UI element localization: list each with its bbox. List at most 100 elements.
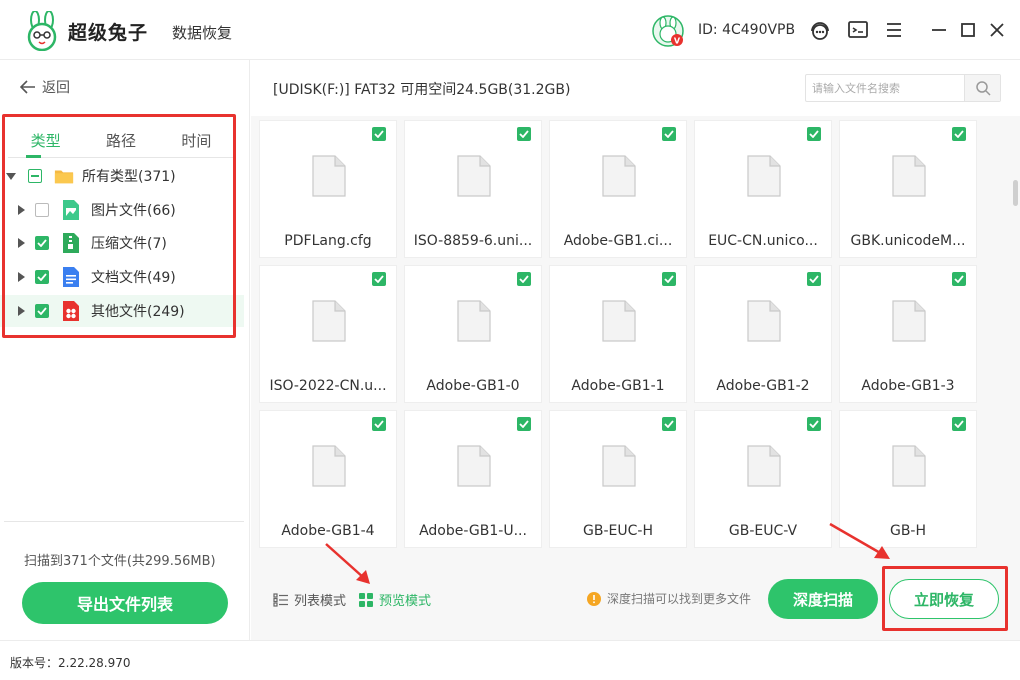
list-mode-button[interactable]: 列表模式 [273,590,346,609]
checkmark-icon [374,275,384,283]
preview-mode-button[interactable]: 预览模式 [358,590,431,609]
file-icon [602,155,636,197]
deep-scan-hint: 深度扫描可以找到更多文件 [587,590,751,607]
drive-path: [UDISK(F:)] FAT32 可用空间24.5GB(31.2GB) [273,82,571,98]
feedback-icon[interactable] [846,18,870,42]
tree-row-archives[interactable]: 压缩文件(7) [0,227,244,259]
file-card[interactable]: PDFLang.cfg [259,120,397,258]
caret-down-icon[interactable] [6,172,16,180]
file-checkbox[interactable] [807,417,821,431]
checkbox-archives[interactable] [35,236,49,250]
menu-icon[interactable] [882,18,906,42]
file-grid: PDFLang.cfg ISO-8859-6.uni... Adobe-GB1.ci… [251,116,1020,556]
file-card[interactable]: ISO-8859-6.uni... [404,120,542,258]
maximize-icon[interactable] [956,18,980,42]
file-card[interactable]: Adobe-GB1-3 [839,265,977,403]
file-checkbox[interactable] [952,417,966,431]
file-icon [457,155,491,197]
file-checkbox[interactable] [662,417,676,431]
deep-scan-button[interactable]: 深度扫描 [768,579,878,619]
back-button[interactable]: 返回 [20,77,70,97]
file-icon [892,300,926,342]
search-box [805,74,1001,102]
file-card[interactable]: GB-H [839,410,977,548]
tree-row-others[interactable]: 其他文件(249) [0,295,244,327]
preview-mode-label: 预览模式 [379,594,432,609]
file-checkbox[interactable] [372,127,386,141]
checkbox-all-types[interactable] [28,169,42,183]
checkmark-icon [809,420,819,428]
file-checkbox[interactable] [807,272,821,286]
tree-row-images[interactable]: 图片文件(66) [0,194,244,226]
tree-row-all-types[interactable]: 所有类型(371) [0,160,244,192]
file-checkbox[interactable] [372,272,386,286]
close-icon[interactable] [985,18,1009,42]
file-card[interactable]: GB-EUC-H [549,410,687,548]
path-bar: [UDISK(F:)] FAT32 可用空间24.5GB(31.2GB) [251,60,1020,116]
file-icon [457,445,491,487]
rabbit-logo-icon [27,11,57,51]
bottom-bar: 列表模式 预览模式 深度扫描可以找到更多文件 深度扫描 立即恢复 [251,556,1020,640]
file-card[interactable]: GB-EUC-V [694,410,832,548]
caret-right-icon[interactable] [18,272,25,282]
tree-row-documents[interactable]: 文档文件(49) [0,261,244,293]
scrollbar-thumb[interactable] [1013,180,1018,206]
list-mode-label: 列表模式 [294,594,347,609]
recover-now-button[interactable]: 立即恢复 [889,579,999,619]
file-name: EUC-CN.unico... [708,233,818,249]
file-name: Adobe-GB1-4 [281,523,375,539]
file-card[interactable]: Adobe-GB1.ci... [549,120,687,258]
file-icon [602,300,636,342]
file-checkbox[interactable] [372,417,386,431]
caret-right-icon[interactable] [18,205,25,215]
caret-right-icon[interactable] [18,238,25,248]
search-input[interactable] [806,75,964,101]
folder-icon [54,170,74,184]
user-avatar-icon[interactable]: V [652,15,684,47]
file-checkbox[interactable] [952,127,966,141]
file-name: GBK.unicodeM... [850,233,966,249]
file-icon [312,300,346,342]
file-checkbox[interactable] [807,127,821,141]
title-bar: 超级兔子 数据恢复 V ID: 4C490VPB [0,0,1020,60]
checkbox-images[interactable] [35,203,49,217]
file-card[interactable]: Adobe-GB1-2 [694,265,832,403]
file-card[interactable]: Adobe-GB1-0 [404,265,542,403]
caret-right-icon[interactable] [18,306,25,316]
customer-service-icon[interactable] [808,18,832,42]
checkmark-icon [954,130,964,138]
file-checkbox[interactable] [952,272,966,286]
file-card[interactable]: ISO-2022-CN.u... [259,265,397,403]
back-label: 返回 [42,80,70,96]
tab-path[interactable]: 路径 [83,122,158,157]
file-checkbox[interactable] [517,272,531,286]
file-card[interactable]: Adobe-GB1-1 [549,265,687,403]
file-name: GB-EUC-V [728,523,798,539]
checkbox-documents[interactable] [35,270,49,284]
file-checkbox[interactable] [517,417,531,431]
export-file-list-button[interactable]: 导出文件列表 [22,582,228,624]
file-name: Adobe-GB1-1 [571,378,665,394]
file-card[interactable]: Adobe-GB1-4 [259,410,397,548]
file-icon [312,445,346,487]
scan-summary: 扫描到371个文件(共299.56MB) [24,554,216,569]
checkmark-icon [664,275,674,283]
file-name: GB-H [889,523,927,539]
file-checkbox[interactable] [662,127,676,141]
tab-time[interactable]: 时间 [159,122,234,157]
file-name: Adobe-GB1-2 [716,378,810,394]
file-icon [602,445,636,487]
checkbox-others[interactable] [35,304,49,318]
document-file-icon [63,267,79,287]
file-card[interactable]: EUC-CN.unico... [694,120,832,258]
tree-label-all-types: 所有类型(371) [82,169,176,185]
file-checkbox[interactable] [662,272,676,286]
tab-type[interactable]: 类型 [8,122,83,158]
search-button[interactable] [964,75,1000,101]
file-card[interactable]: GBK.unicodeM... [839,120,977,258]
file-card[interactable]: Adobe-GB1-U... [404,410,542,548]
minimize-icon[interactable] [927,18,951,42]
file-name: Adobe-GB1-0 [426,378,520,394]
file-checkbox[interactable] [517,127,531,141]
filter-tabs: 类型 路径 时间 [8,122,234,158]
